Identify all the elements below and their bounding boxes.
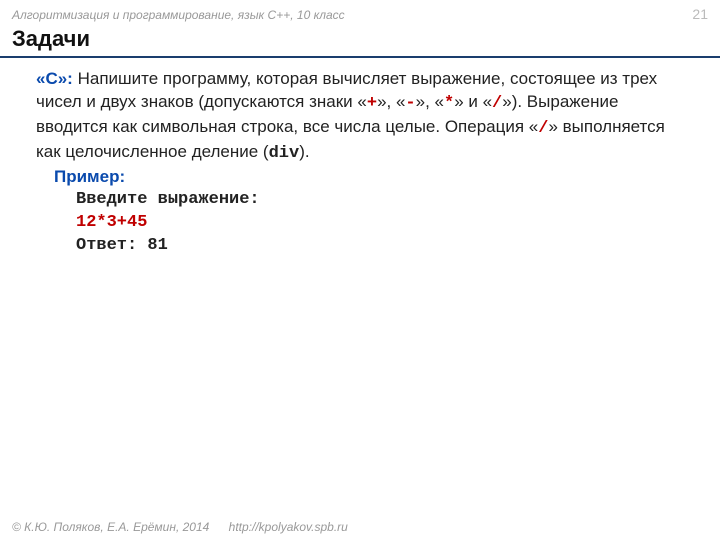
example-input: 12*3+45: [76, 212, 680, 235]
example-block: Введите выражение: 12*3+45 Ответ: 81: [36, 189, 680, 258]
div-word: div: [269, 144, 300, 163]
op-mul: *: [444, 94, 454, 113]
slide-footer: © К.Ю. Поляков, Е.А. Ерёмин, 2014 http:/…: [0, 516, 720, 540]
op-plus: +: [367, 94, 377, 113]
footer-copyright: © К.Ю. Поляков, Е.А. Ерёмин, 2014: [12, 520, 209, 534]
slide-header: Алгоритмизация и программирование, язык …: [0, 0, 720, 24]
content: «C»: Напишите программу, которая вычисля…: [0, 64, 720, 258]
course-title: Алгоритмизация и программирование, язык …: [12, 8, 345, 22]
op-div2: /: [538, 119, 548, 138]
op-div: /: [492, 94, 502, 113]
page-title: Задачи: [12, 26, 708, 52]
page-number: 21: [692, 6, 708, 22]
example-label: Пример:: [36, 166, 680, 189]
example-answer: Ответ: 81: [76, 235, 680, 258]
task-text: «C»: Напишите программу, которая вычисля…: [36, 68, 680, 166]
task-t2: », «: [377, 92, 405, 111]
task-t4: » и «: [454, 92, 492, 111]
task-label: «C»:: [36, 69, 73, 88]
task-t3: », «: [416, 92, 444, 111]
example-line-1: Введите выражение:: [76, 189, 680, 212]
op-minus: -: [405, 94, 415, 113]
title-section: Задачи: [0, 24, 720, 58]
task-t7: ).: [299, 142, 309, 161]
footer-url: http://kpolyakov.spb.ru: [229, 520, 348, 534]
